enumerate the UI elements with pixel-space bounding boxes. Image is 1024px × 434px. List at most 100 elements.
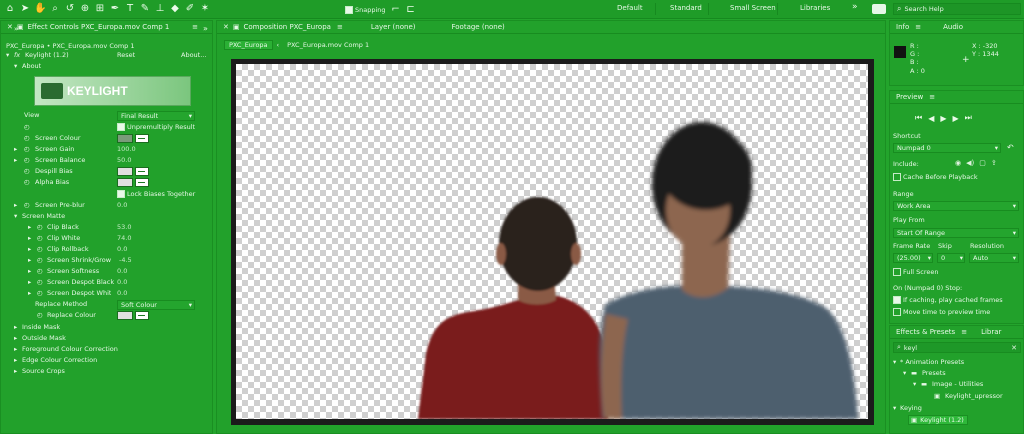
close-icon[interactable]: ✕ — [7, 23, 13, 31]
footage-tab[interactable]: Footage (none) — [451, 23, 504, 31]
effect-header-row[interactable]: ▾ fx Keylight (1.2) Reset About... — [4, 51, 209, 60]
about-button[interactable]: About... — [181, 51, 206, 59]
clone-stamp-tool-icon[interactable]: ⊥ — [154, 3, 166, 15]
expand-arrow-icon[interactable]: ▸ — [14, 356, 17, 364]
screen-softness-value[interactable]: 0.0 — [117, 267, 127, 275]
eraser-tool-icon[interactable]: ◆ — [169, 3, 181, 15]
overlays-icon[interactable]: ▢ — [979, 159, 986, 167]
panel-menu-icon[interactable]: ≡ — [961, 328, 967, 336]
libraries-tab[interactable]: Librar — [981, 328, 1001, 336]
alpha-bias-swatch[interactable] — [117, 178, 149, 187]
expand-arrow-icon[interactable]: ▸ — [28, 234, 31, 242]
expand-arrow-icon[interactable]: ▸ — [14, 201, 17, 209]
expand-arrow-icon[interactable]: ▸ — [14, 345, 17, 353]
unpremultiply-checkbox[interactable]: Unpremultiply Result — [117, 123, 195, 131]
video-eye-icon[interactable]: ◉ — [955, 159, 961, 167]
expand-arrow-icon[interactable]: ▸ — [28, 289, 31, 297]
reset-icon[interactable]: ↶ — [1007, 143, 1014, 152]
next-frame-icon[interactable]: ▶ — [953, 114, 959, 123]
sync-settings-icon[interactable] — [872, 4, 886, 14]
stopwatch-icon[interactable]: ◴ — [37, 267, 43, 275]
clear-search-icon[interactable]: ✕ — [1011, 344, 1017, 352]
selection-tool-icon[interactable]: ➤ — [19, 3, 31, 15]
shortcut-dropdown[interactable]: Numpad 0 ▾ — [893, 143, 1001, 153]
hand-tool-icon[interactable]: ✋ — [34, 3, 46, 15]
transparency-grid[interactable] — [236, 64, 868, 419]
panel-lock-icon[interactable]: ▣ — [233, 23, 240, 31]
eyedropper-icon[interactable] — [135, 134, 149, 143]
expand-arrow-icon[interactable]: ▸ — [14, 334, 17, 342]
frame-rate-dropdown[interactable]: (25.00) ▾ — [893, 253, 933, 263]
previous-frame-icon[interactable]: ◀ — [928, 114, 934, 123]
pen-tool-icon[interactable]: ✒ — [109, 3, 121, 15]
expand-arrow-icon[interactable]: ▸ — [28, 245, 31, 253]
fx-icon[interactable]: fx — [14, 51, 20, 59]
expand-arrow-icon[interactable]: ▸ — [14, 367, 17, 375]
inside-mask-group[interactable]: Inside Mask — [22, 323, 60, 331]
cache-before-playback-checkbox[interactable]: Cache Before Playback — [893, 173, 978, 181]
expand-arrow-icon[interactable]: ▸ — [28, 267, 31, 275]
collapse-arrow-icon[interactable]: ▾ — [893, 404, 896, 412]
pan-behind-tool-icon[interactable]: ⊞ — [94, 3, 106, 15]
stopwatch-icon[interactable]: ◴ — [37, 234, 43, 242]
roto-brush-tool-icon[interactable]: ✐ — [184, 3, 196, 15]
search-help-input[interactable]: ⌕ Search Help — [893, 3, 1021, 15]
workspace-small-screen[interactable]: Small Screen — [730, 4, 776, 12]
screen-despot-white-value[interactable]: 0.0 — [117, 289, 127, 297]
effects-search-input[interactable]: ⌕ keyl ✕ — [893, 342, 1021, 353]
replace-colour-swatch[interactable] — [117, 311, 149, 320]
last-frame-icon[interactable]: ⏭ — [965, 113, 972, 123]
panel-menu-icon[interactable]: ≡ — [192, 23, 198, 31]
lock-biases-checkbox[interactable]: Lock Biases Together — [117, 190, 195, 198]
eyedropper-icon[interactable] — [135, 167, 149, 176]
about-expand-icon[interactable]: ▾ — [14, 62, 17, 70]
panel-menu-icon[interactable]: ≡ — [929, 93, 935, 101]
panel-menu-icon[interactable]: ≡ — [337, 23, 343, 31]
tree-keylight-upressor[interactable]: Keylight_upressor — [945, 392, 1003, 400]
screen-colour-swatch[interactable] — [117, 134, 149, 143]
screen-shrink-grow-value[interactable]: -4.5 — [119, 256, 132, 264]
skip-dropdown[interactable]: 0 ▾ — [937, 253, 965, 263]
rotate-tool-icon[interactable]: ↺ — [64, 3, 76, 15]
composition-tab[interactable]: Composition PXC_Europa — [244, 23, 331, 31]
preview-tab[interactable]: Preview — [896, 93, 923, 101]
view-dropdown[interactable]: Final Result ▾ — [117, 111, 195, 121]
stopwatch-icon[interactable]: ◴ — [24, 123, 30, 131]
tree-keylight-selected[interactable]: ▣ Keylight (1.2) — [908, 415, 968, 425]
tree-animation-presets[interactable]: * Animation Presets — [900, 358, 964, 366]
camera-tool-icon[interactable]: ⊕ — [79, 3, 91, 15]
stopwatch-icon[interactable]: ◴ — [37, 223, 43, 231]
layer-tab[interactable]: Layer (none) — [371, 23, 416, 31]
snapping-checkbox[interactable] — [345, 6, 353, 14]
expand-arrow-icon[interactable]: ▸ — [28, 223, 31, 231]
move-time-checkbox[interactable]: Move time to preview time — [893, 308, 990, 316]
collapse-arrow-icon[interactable]: ▾ — [913, 380, 916, 388]
screen-despot-black-value[interactable]: 0.0 — [117, 278, 127, 286]
stopwatch-icon[interactable]: ◴ — [24, 156, 30, 164]
zoom-tool-icon[interactable]: ⌕ — [49, 3, 61, 15]
clip-black-value[interactable]: 53.0 — [117, 223, 131, 231]
range-dropdown[interactable]: Work Area ▾ — [893, 201, 1019, 211]
collapse-arrow-icon[interactable]: ▾ — [14, 212, 17, 220]
home-icon[interactable]: ⌂ — [4, 3, 16, 15]
foreground-colour-correction-group[interactable]: Foreground Colour Correction — [22, 345, 118, 353]
stopwatch-icon[interactable]: ◴ — [37, 311, 43, 319]
tree-keying[interactable]: Keying — [900, 404, 922, 412]
despill-bias-swatch[interactable] — [117, 167, 149, 176]
workspaces-overflow[interactable]: » — [852, 2, 858, 12]
clip-rollback-value[interactable]: 0.0 — [117, 245, 127, 253]
outside-mask-group[interactable]: Outside Mask — [22, 334, 66, 342]
puppet-tool-icon[interactable]: ✶ — [199, 3, 211, 15]
stopwatch-icon[interactable]: ◴ — [37, 278, 43, 286]
stopwatch-icon[interactable]: ◴ — [37, 256, 43, 264]
brush-tool-icon[interactable]: ✎ — [139, 3, 151, 15]
eyedropper-icon[interactable] — [135, 311, 149, 320]
full-screen-checkbox[interactable]: Full Screen — [893, 268, 939, 276]
resolution-dropdown[interactable]: Auto ▾ — [969, 253, 1019, 263]
workspace-default[interactable]: Default — [617, 4, 643, 12]
collapse-arrow-icon[interactable]: ▾ — [903, 369, 906, 377]
edge-colour-correction-group[interactable]: Edge Colour Correction — [22, 356, 97, 364]
workspace-standard[interactable]: Standard — [670, 4, 702, 12]
stopwatch-icon[interactable]: ◴ — [24, 178, 30, 186]
source-crops-group[interactable]: Source Crops — [22, 367, 65, 375]
